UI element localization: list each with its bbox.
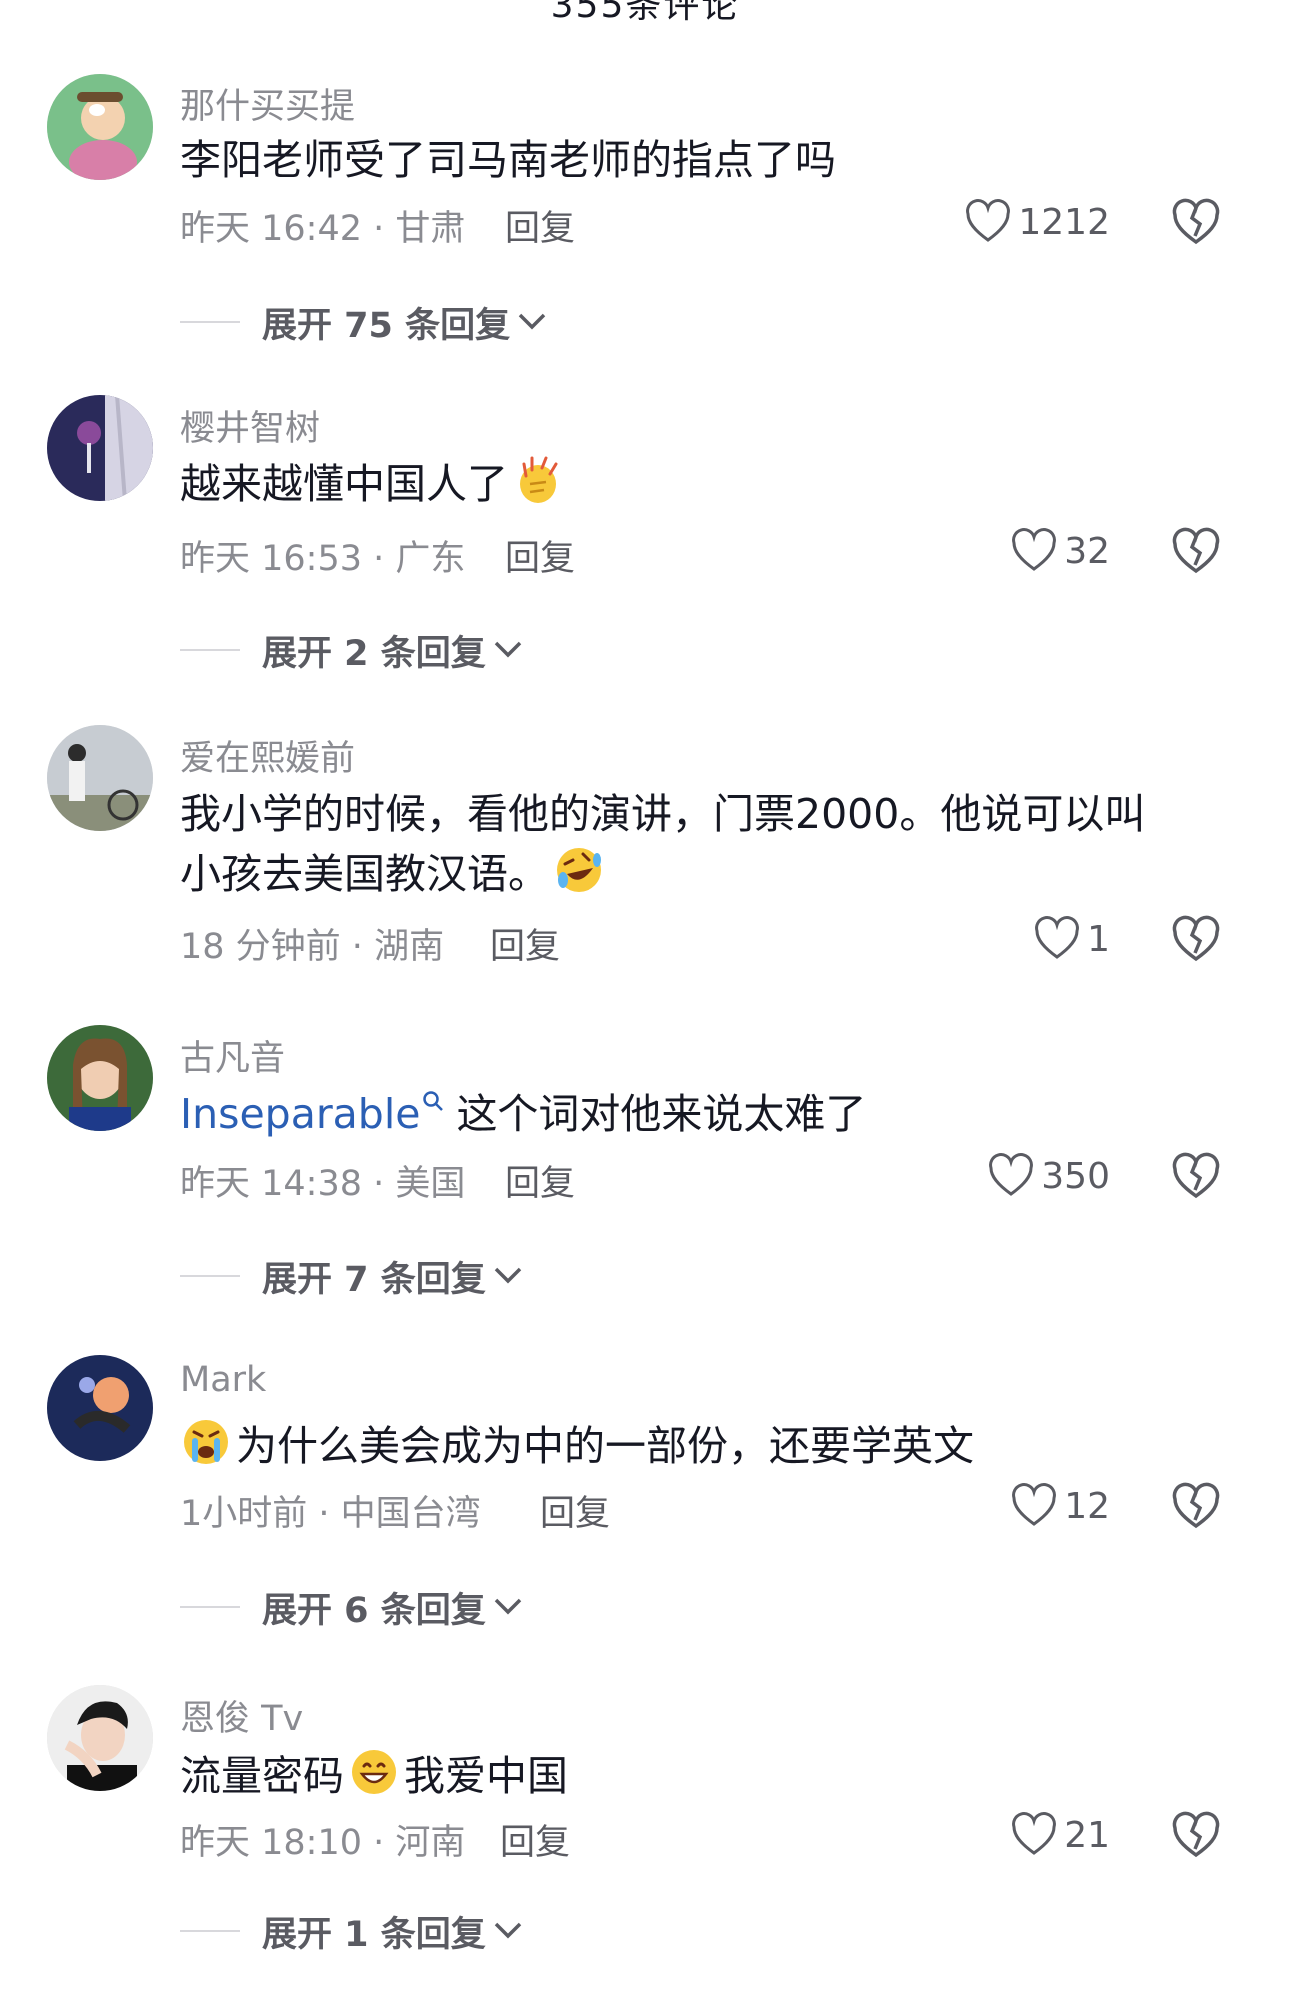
reply-button[interactable]: 回复 — [490, 918, 560, 969]
divider — [180, 649, 240, 651]
avatar[interactable] — [47, 1685, 153, 1791]
comment-username[interactable]: 爱在熙媛前 — [180, 730, 355, 781]
broken-heart-icon[interactable] — [1170, 196, 1222, 248]
comment-username[interactable]: 恩俊 Tv — [180, 1690, 303, 1741]
comment-text: 为什么美会成为中的一部份，还要学英文 — [180, 1416, 1210, 1476]
avatar[interactable] — [47, 74, 153, 180]
like-button[interactable]: 1 — [1033, 914, 1110, 964]
like-count: 1 — [1087, 918, 1110, 960]
divider — [180, 1930, 240, 1932]
comment-username[interactable]: 古凡音 — [180, 1030, 285, 1081]
like-button[interactable]: 1212 — [964, 197, 1110, 247]
divider — [180, 1275, 240, 1277]
heart-outline-icon — [1012, 528, 1057, 571]
like-button[interactable]: 350 — [987, 1151, 1110, 1201]
broken-heart-icon[interactable] — [1170, 1150, 1222, 1202]
avatar[interactable] — [47, 1355, 153, 1461]
broken-heart-icon[interactable] — [1170, 525, 1222, 577]
heart-outline-icon — [1035, 916, 1080, 959]
search-icon[interactable] — [422, 1090, 444, 1112]
comment-count-header: 355条评论 — [550, 0, 740, 26]
broken-heart-icon[interactable] — [1170, 1480, 1222, 1532]
comment-text: Inseparable 这个词对他来说太难了 — [180, 1090, 867, 1138]
grinning-face-emoji — [352, 1750, 396, 1794]
expand-replies-button[interactable]: 展开 1 条回复 — [180, 1906, 524, 1956]
like-count: 12 — [1064, 1485, 1110, 1527]
comment-text: 我小学的时候，看他的演讲，门票2000。他说可以叫 小孩去美国教汉语。 — [180, 790, 1146, 898]
like-button[interactable]: 12 — [1010, 1481, 1110, 1531]
crying-face-emoji — [184, 1420, 228, 1464]
clapping-hands-emoji — [520, 456, 558, 503]
divider — [180, 1606, 240, 1608]
comment-meta: 昨天 18:10 · 河南 — [180, 1823, 466, 1863]
expand-replies-button[interactable]: 展开 75 条回复 — [180, 297, 548, 347]
chevron-down-icon — [494, 1267, 521, 1284]
comment-meta: 昨天 14:38 · 美国 — [180, 1164, 466, 1204]
comment-meta: 昨天 16:53 · 广东 — [180, 539, 466, 579]
chevron-down-icon — [494, 1922, 521, 1939]
expand-replies-label: 展开 6 条回复 — [262, 1590, 486, 1631]
avatar[interactable] — [47, 1025, 153, 1131]
like-button[interactable]: 21 — [1010, 1810, 1110, 1860]
like-button[interactable]: 32 — [1010, 526, 1110, 576]
search-keyword-link[interactable]: Inseparable — [180, 1090, 420, 1138]
chevron-down-icon — [494, 1598, 521, 1615]
avatar[interactable] — [47, 725, 153, 831]
like-count: 21 — [1064, 1814, 1110, 1856]
expand-replies-label: 展开 75 条回复 — [262, 305, 511, 346]
like-count: 1212 — [1018, 201, 1110, 243]
reply-button[interactable]: 回复 — [505, 200, 575, 251]
comment-meta: 18 分钟前 · 湖南 — [180, 927, 445, 967]
chevron-down-icon — [518, 313, 546, 330]
heart-outline-icon — [966, 199, 1011, 242]
comment-text: 李阳老师受了司马南老师的指点了吗 — [180, 136, 836, 184]
comment-text: 越来越懂中国人了 — [180, 454, 1210, 514]
expand-replies-label: 展开 7 条回复 — [262, 1259, 486, 1300]
comment-username[interactable]: 那什买买提 — [180, 78, 355, 129]
broken-heart-icon[interactable] — [1170, 1809, 1222, 1861]
expand-replies-button[interactable]: 展开 6 条回复 — [180, 1582, 524, 1632]
comment-text: 流量密码 我爱中国 — [180, 1746, 1210, 1806]
like-count: 350 — [1041, 1155, 1110, 1197]
heart-outline-icon — [1012, 1812, 1057, 1855]
expand-replies-button[interactable]: 展开 2 条回复 — [180, 625, 524, 675]
broken-heart-icon[interactable] — [1170, 913, 1222, 965]
comment-meta: 昨天 16:42 · 甘肃 — [180, 209, 466, 249]
expand-replies-button[interactable]: 展开 7 条回复 — [180, 1251, 524, 1301]
chevron-down-icon — [494, 641, 521, 658]
rolling-laughing-emoji — [557, 848, 601, 892]
comment-meta: 1小时前 · 中国台湾 — [180, 1494, 481, 1534]
reply-button[interactable]: 回复 — [500, 1814, 570, 1865]
expand-replies-label: 展开 2 条回复 — [262, 633, 486, 674]
avatar[interactable] — [47, 395, 153, 501]
divider — [180, 321, 240, 323]
reply-button[interactable]: 回复 — [505, 1155, 575, 1206]
heart-outline-icon — [1012, 1483, 1057, 1526]
comment-username[interactable]: Mark — [180, 1360, 266, 1400]
comment-username[interactable]: 樱井智树 — [180, 400, 320, 451]
expand-replies-label: 展开 1 条回复 — [262, 1914, 486, 1955]
heart-outline-icon — [989, 1153, 1034, 1196]
reply-button[interactable]: 回复 — [540, 1485, 610, 1536]
reply-button[interactable]: 回复 — [505, 530, 575, 581]
like-count: 32 — [1064, 530, 1110, 572]
